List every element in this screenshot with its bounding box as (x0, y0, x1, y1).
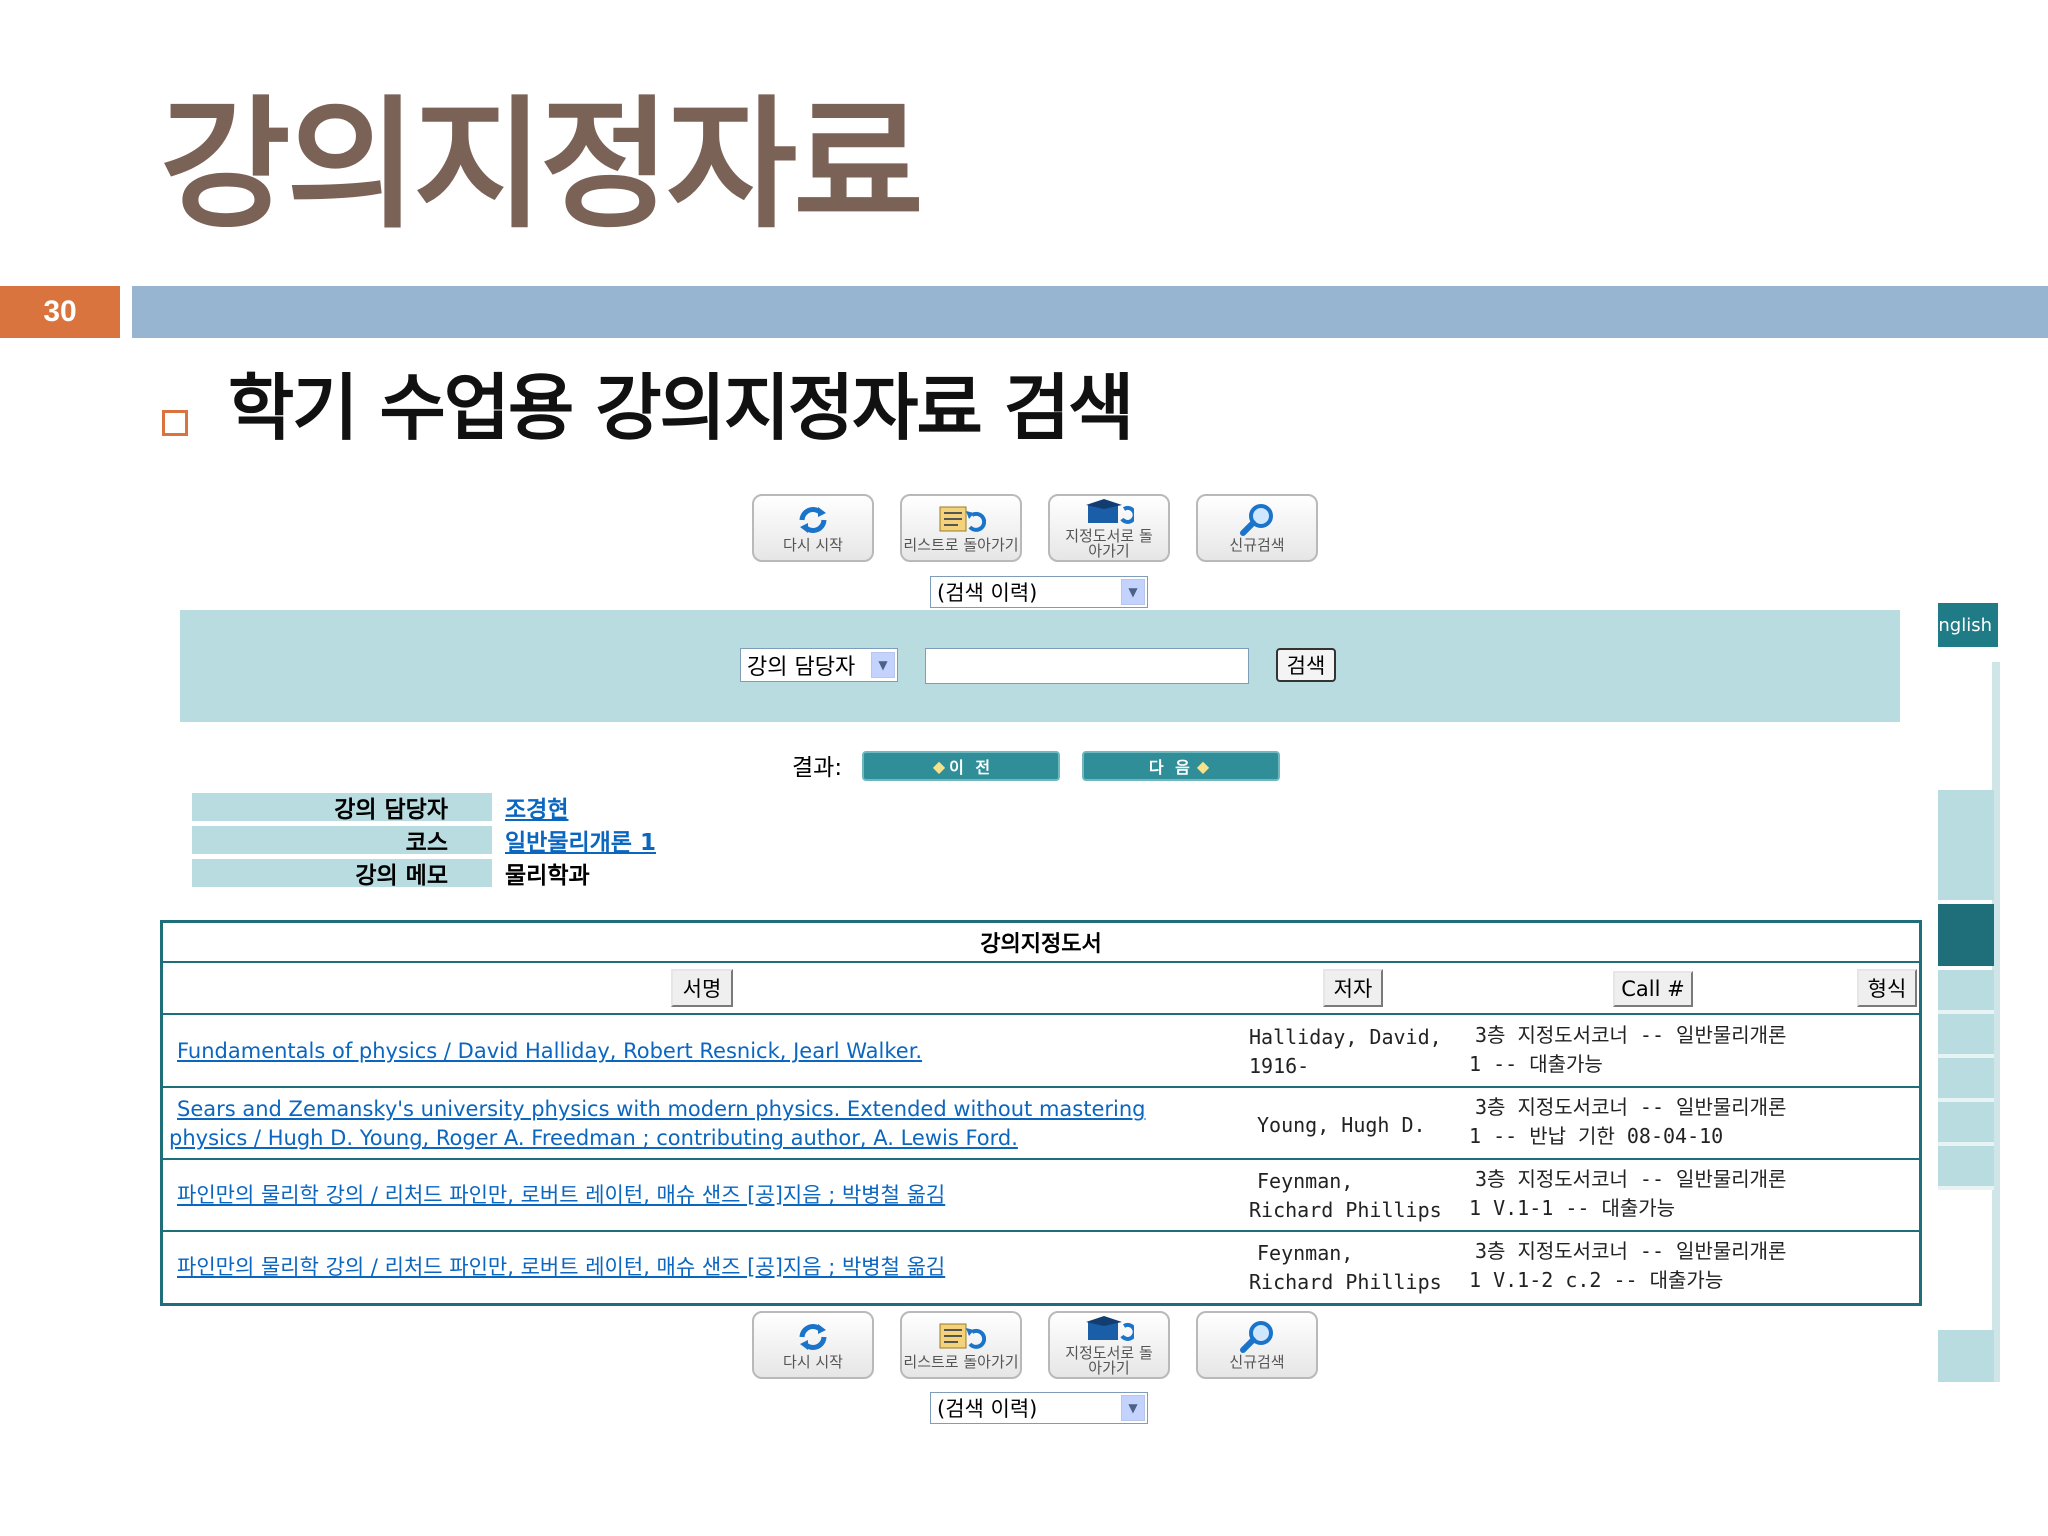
book-title-link[interactable]: Fundamentals of physics / David Halliday… (177, 1037, 922, 1066)
refresh-icon (794, 502, 832, 538)
restart-button[interactable]: 다시 시작 (752, 494, 874, 562)
chevron-down-icon: ▼ (871, 652, 895, 678)
list-return-icon (936, 1319, 986, 1355)
new-search-label: 신규검색 (1229, 536, 1285, 555)
toolbar-bottom: 다시 시작 리스트로 돌아가기 지정도서로 돌아가기 신규검색 (752, 1311, 1318, 1379)
refresh-icon (794, 1319, 832, 1355)
search-field-select[interactable]: 강의 담당자 ▼ (740, 648, 898, 682)
new-search-label: 신규검색 (1229, 1353, 1285, 1372)
book-call-status: 1 -- 대출가능 (1469, 1052, 1603, 1076)
info-value-memo: 물리학과 (505, 863, 590, 889)
side-panel-block (1938, 790, 1994, 900)
search-history-select[interactable]: (검색 이력) ▼ (930, 1392, 1148, 1424)
instructor-link[interactable]: 조경현 (505, 790, 568, 824)
row-divider (163, 1158, 1919, 1160)
restart-button[interactable]: 다시 시작 (752, 1311, 874, 1379)
book-author-line2: 1916- (1249, 1054, 1310, 1078)
side-panel-active (1938, 904, 1994, 966)
back-to-reserve-label: 지정도서로 돌아가기 (1065, 526, 1153, 561)
back-to-list-button[interactable]: 리스트로 돌아가기 (900, 1311, 1022, 1379)
book-call-status: 1 -- 반납 기한 08-04-10 (1469, 1124, 1724, 1148)
course-link[interactable]: 일반물리개론 1 (505, 823, 656, 857)
side-panel-footer (1938, 1330, 1994, 1382)
bullet-text: 학기 수업용 강의지정자료 검색 (228, 366, 1134, 450)
search-history-value: (검색 이력) (937, 1397, 1038, 1421)
magnifier-icon (1237, 1319, 1277, 1355)
info-label-instructor: 강의 담당자 (192, 793, 492, 823)
book-call-number: 3층 지정도서코너 -- 일반물리개론 (1475, 1095, 1787, 1119)
prev-button[interactable]: ◆ 이 전 (862, 751, 1060, 781)
chevron-down-icon: ▼ (1121, 1395, 1145, 1421)
book-author: Feynman, (1257, 1241, 1354, 1265)
search-history-select[interactable]: (검색 이력) ▼ (930, 576, 1148, 608)
back-to-reserve-label: 지정도서로 돌아가기 (1065, 1343, 1153, 1378)
book-author-line2: Richard Phillips (1249, 1198, 1442, 1222)
book-title-link[interactable]: Sears and Zemansky's university physics … (177, 1095, 1146, 1124)
slide-title: 강의지정자료 (160, 83, 924, 248)
info-value-course[interactable]: 일반물리개론 1 (505, 823, 656, 857)
back-to-list-label: 리스트로 돌아가기 (903, 1353, 1019, 1372)
restart-label: 다시 시작 (783, 1353, 843, 1372)
arrow-left-icon: ◆ (932, 756, 946, 776)
sort-format-button[interactable]: 형식 (1857, 969, 1917, 1007)
info-label-memo: 강의 메모 (192, 859, 492, 889)
reserve-books-table: 강의지정도서 서명 저자 Call # 형식 Fundamentals of p… (160, 920, 1922, 1306)
next-label: 다 음 (1148, 758, 1193, 777)
toolbar-top: 다시 시작 리스트로 돌아가기 지정도서로 돌아가기 신규검색 (752, 494, 1318, 562)
row-divider (163, 1086, 1919, 1088)
book-call-number: 3층 지정도서코너 -- 일반물리개론 (1475, 1239, 1787, 1263)
search-history-value: (검색 이력) (937, 581, 1038, 605)
next-button[interactable]: 다 음 ◆ (1082, 751, 1280, 781)
english-tab[interactable]: nglish (1938, 603, 1998, 647)
book-call-status: 1 V.1-2 c.2 -- 대출가능 (1469, 1268, 1724, 1292)
book-title-link[interactable]: 파인만의 물리학 강의 / 리처드 파인만, 로버트 레이턴, 매슈 샌즈 [공… (177, 1181, 945, 1210)
book-call-status: 1 V.1-1 -- 대출가능 (1469, 1196, 1676, 1220)
book-call-number: 3층 지정도서코너 -- 일반물리개론 (1475, 1023, 1787, 1047)
sort-call-button[interactable]: Call # (1613, 971, 1693, 1007)
book-author: Feynman, (1257, 1169, 1354, 1193)
back-to-reserve-button[interactable]: 지정도서로 돌아가기 (1048, 494, 1170, 562)
results-label: 결과: (792, 755, 843, 781)
back-to-reserve-button[interactable]: 지정도서로 돌아가기 (1048, 1311, 1170, 1379)
sort-author-button[interactable]: 저자 (1323, 969, 1383, 1007)
book-author: Young, Hugh D. (1257, 1113, 1426, 1137)
reserve-return-icon (1084, 496, 1134, 529)
book-title-link-line2[interactable]: physics / Hugh D. Young, Roger A. Freedm… (169, 1124, 1018, 1153)
row-divider (163, 1230, 1919, 1232)
sort-title-button[interactable]: 서명 (671, 969, 733, 1007)
table-caption: 강의지정도서 (163, 923, 1919, 963)
list-return-icon (936, 502, 986, 538)
arrow-right-icon: ◆ (1196, 756, 1210, 776)
book-author-line2: Richard Phillips (1249, 1270, 1442, 1294)
search-input[interactable] (925, 648, 1249, 684)
bullet-square-icon (162, 410, 188, 436)
header-bar (132, 286, 2048, 338)
chevron-down-icon: ▼ (1121, 579, 1145, 605)
page-number: 30 (0, 286, 120, 338)
header-divider (163, 1013, 1919, 1015)
book-author: Halliday, David, (1249, 1025, 1442, 1049)
new-search-button[interactable]: 신규검색 (1196, 1311, 1318, 1379)
book-title-link[interactable]: 파인만의 물리학 강의 / 리처드 파인만, 로버트 레이턴, 매슈 샌즈 [공… (177, 1253, 945, 1282)
info-label-course: 코스 (192, 826, 492, 856)
reserve-return-icon (1084, 1313, 1134, 1346)
search-submit-button[interactable]: 검색 (1276, 648, 1336, 682)
side-panel-list (1938, 970, 1994, 1190)
book-call-number: 3층 지정도서코너 -- 일반물리개론 (1475, 1167, 1787, 1191)
prev-label: 이 전 (949, 758, 994, 777)
magnifier-icon (1237, 502, 1277, 538)
new-search-button[interactable]: 신규검색 (1196, 494, 1318, 562)
restart-label: 다시 시작 (783, 536, 843, 555)
back-to-list-button[interactable]: 리스트로 돌아가기 (900, 494, 1022, 562)
info-value-instructor[interactable]: 조경현 (505, 790, 568, 824)
back-to-list-label: 리스트로 돌아가기 (903, 536, 1019, 555)
search-field-value: 강의 담당자 (747, 655, 856, 680)
